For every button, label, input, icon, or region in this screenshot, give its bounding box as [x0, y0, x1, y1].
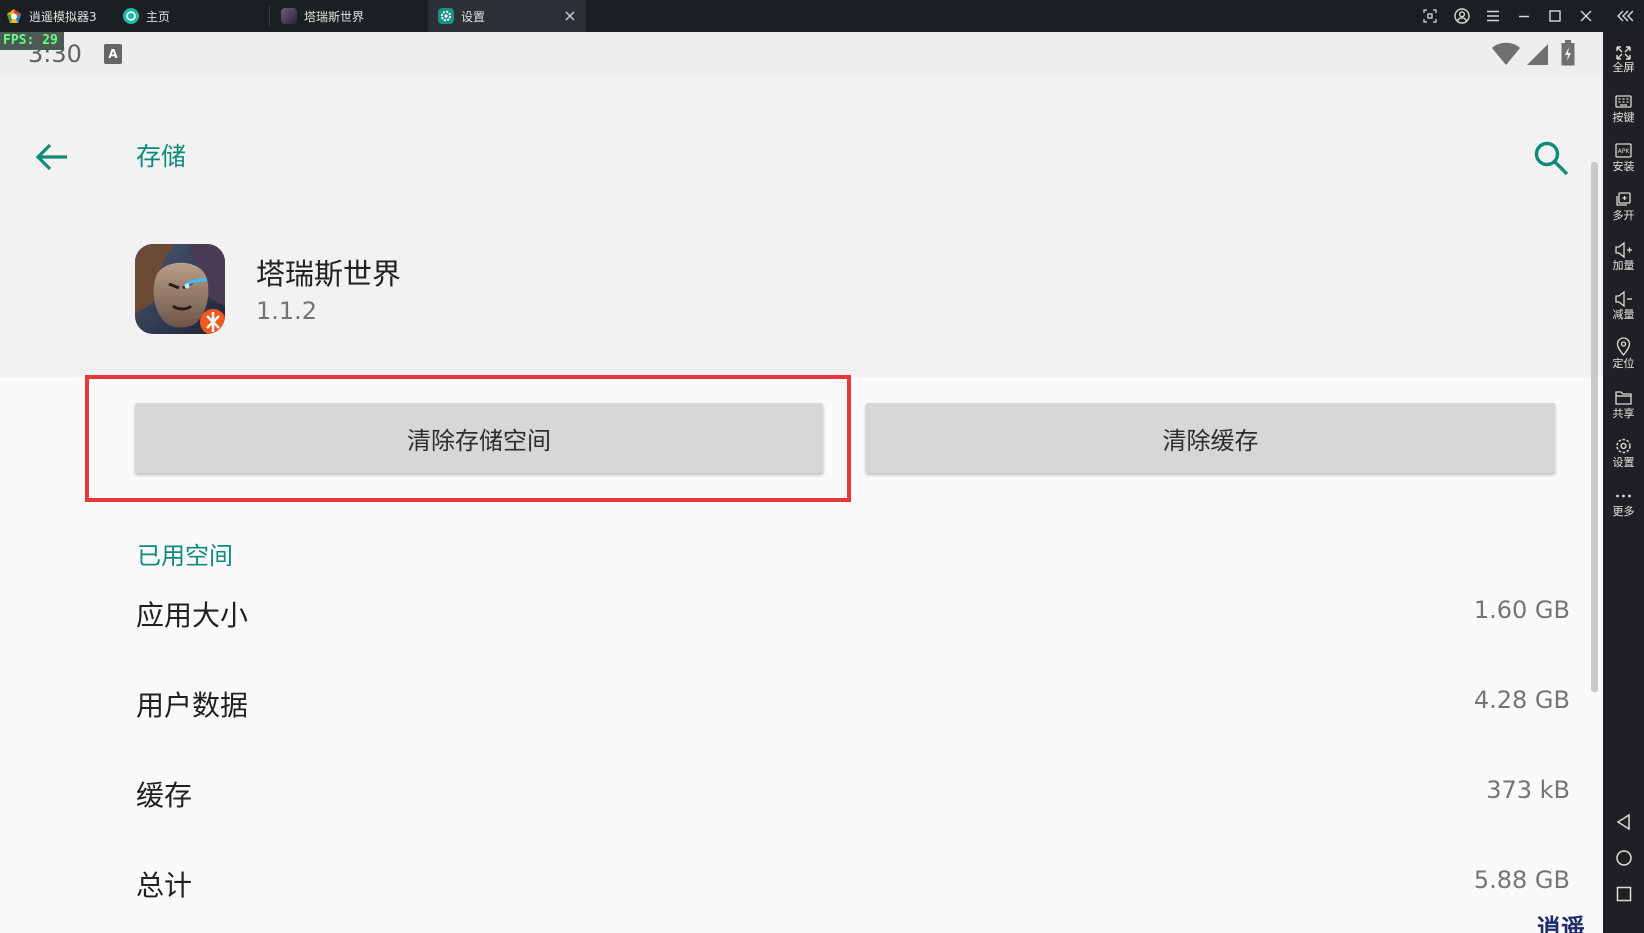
tab-game[interactable]: 塔瑞斯世界: [281, 0, 421, 32]
tab-home[interactable]: 主页: [123, 0, 263, 32]
screenshot-icon[interactable]: [1415, 0, 1445, 32]
toolbar-location[interactable]: 定位: [1603, 333, 1644, 379]
page-title: 存储: [136, 142, 187, 171]
app-name: 塔瑞斯世界: [256, 257, 402, 291]
toolbar-fullscreen[interactable]: 全屏: [1603, 37, 1644, 83]
search-button[interactable]: [1528, 135, 1574, 181]
app-version: 1.1.2: [256, 297, 318, 325]
row-value: 5.88 GB: [1473, 866, 1570, 894]
toolbar-label: 共享: [1612, 407, 1635, 420]
location-icon: [1616, 337, 1631, 357]
toolbar-label: 安装: [1612, 160, 1635, 173]
search-icon: [1534, 141, 1569, 176]
game-tab-icon: [281, 8, 297, 24]
battery-icon: [1561, 40, 1575, 66]
tab-emulator[interactable]: 逍遥模拟器3: [6, 0, 116, 32]
toolbar-install[interactable]: APK 安装: [1603, 136, 1644, 182]
android-screen: 3:30 FPS: 29 A 存储 塔瑞斯世界 1.1.2 清除存储空间 清除缓…: [0, 32, 1603, 933]
row-value: 1.60 GB: [1473, 596, 1570, 624]
status-bar: 3:30 FPS: 29 A: [0, 32, 1603, 77]
maximize-icon[interactable]: [1540, 0, 1570, 32]
keyboard-icon: [1615, 95, 1632, 108]
settings-tab-icon: [438, 8, 454, 24]
fps-counter: FPS: 29: [0, 32, 64, 50]
row-label: 总计: [136, 869, 193, 902]
back-arrow-icon: [35, 143, 67, 171]
row-label: 应用大小: [136, 599, 249, 632]
toolbar-volume-down[interactable]: 减量: [1603, 284, 1644, 330]
tab-settings[interactable]: 设置 ×: [428, 0, 586, 32]
tab-game-label: 塔瑞斯世界: [304, 9, 365, 24]
nav-recents-icon: [1616, 886, 1632, 902]
more-icon: [1616, 494, 1631, 498]
account-icon[interactable]: [1447, 0, 1477, 32]
toolbar-settings[interactable]: 设置: [1603, 432, 1644, 478]
app-info-header: 存储 塔瑞斯世界 1.1.2: [0, 77, 1603, 377]
tab-emulator-label: 逍遥模拟器3: [29, 9, 97, 24]
multi-instance-icon: [1616, 192, 1631, 206]
storage-row-app-size: 应用大小 1.60 GB: [0, 584, 1603, 644]
xiaoyao-logo-icon: [6, 8, 22, 24]
volume-up-icon: [1615, 241, 1632, 259]
close-icon[interactable]: [1571, 0, 1601, 32]
nav-home-icon: [1616, 850, 1632, 866]
tab-home-label: 主页: [146, 9, 171, 24]
notification-icon: A: [104, 44, 122, 64]
storage-row-total: 总计 5.88 GB: [0, 854, 1603, 914]
cell-signal-icon: [1527, 44, 1548, 65]
clear-cache-button[interactable]: 清除缓存: [866, 403, 1555, 473]
tab-settings-label: 设置: [461, 9, 486, 24]
emulator-titlebar: 逍遥模拟器3 主页 塔瑞斯世界 设置 ×: [0, 0, 1644, 32]
volume-down-icon: [1615, 290, 1632, 308]
toolbar-label: 加量: [1612, 259, 1635, 272]
close-tab-icon[interactable]: ×: [562, 7, 578, 25]
watermark-text: 逍遥安卓: [1536, 914, 1585, 933]
scrollbar[interactable]: [1591, 162, 1598, 692]
tab-divider: [269, 6, 270, 26]
toolbar-keymap[interactable]: 按键: [1603, 87, 1644, 133]
toolbar-volume-up[interactable]: 加量: [1603, 235, 1644, 281]
toolbar-label: 减量: [1612, 308, 1635, 321]
toolbar-multi[interactable]: 多开: [1603, 185, 1644, 231]
fullscreen-icon: [1616, 46, 1631, 60]
back-button[interactable]: [30, 135, 74, 179]
row-label: 用户数据: [136, 689, 249, 722]
storage-row-cache: 缓存 373 kB: [0, 764, 1603, 824]
watermark-logo: 逍遥安卓: [1516, 914, 1603, 933]
nav-back-button[interactable]: [1611, 809, 1637, 835]
home-tab-icon: [123, 8, 139, 24]
toolbar-label: 多开: [1612, 209, 1635, 222]
toolbar-label: 按键: [1612, 111, 1635, 124]
settings-icon: [1616, 438, 1631, 454]
row-label: 缓存: [136, 779, 193, 812]
app-icon: [135, 244, 225, 334]
toolbar-label: 定位: [1612, 357, 1635, 370]
wifi-icon: [1492, 42, 1520, 65]
minimize-icon[interactable]: [1509, 0, 1539, 32]
storage-row-user-data: 用户数据 4.28 GB: [0, 674, 1603, 734]
section-label-used-space: 已用空间: [137, 542, 233, 570]
nav-recents-button[interactable]: [1611, 881, 1637, 907]
svg-text:APK: APK: [1618, 148, 1631, 155]
toolbar-more[interactable]: 更多: [1603, 481, 1644, 527]
collapse-sidebar-icon[interactable]: [1610, 0, 1640, 32]
row-value: 373 kB: [1486, 776, 1570, 804]
nav-home-button[interactable]: [1611, 845, 1637, 871]
shared-folder-icon: [1615, 391, 1632, 405]
clear-storage-button[interactable]: 清除存储空间: [135, 403, 823, 473]
apk-install-icon: APK: [1615, 143, 1632, 158]
menu-icon[interactable]: [1478, 0, 1508, 32]
toolbar-label: 全屏: [1612, 61, 1635, 74]
toolbar-share[interactable]: 共享: [1603, 383, 1644, 429]
toolbar-label: 设置: [1612, 456, 1635, 469]
nav-back-icon: [1616, 813, 1630, 831]
toolbar-label: 更多: [1612, 505, 1635, 518]
row-value: 4.28 GB: [1473, 686, 1570, 714]
emulator-toolbar: 全屏 按键 APK 安装 多开 加量 减量 定位 共享 设置 更多: [1603, 32, 1644, 933]
